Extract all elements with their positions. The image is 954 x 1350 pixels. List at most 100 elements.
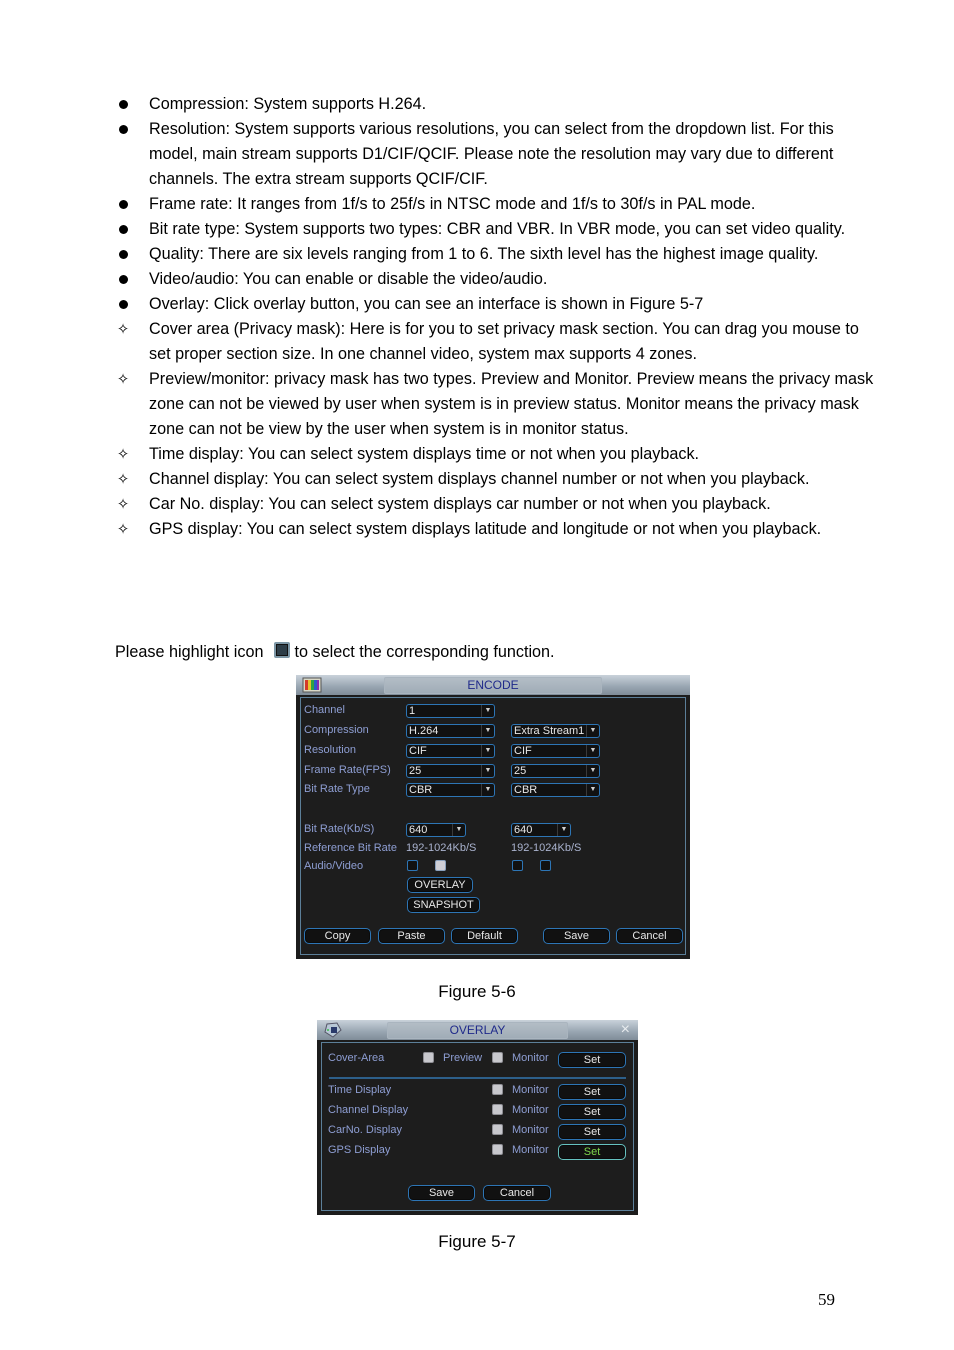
chevron-down-icon: ▼ [557, 824, 570, 836]
list-item: ✧ Cover area (Privacy mask): Here is for … [0, 317, 954, 367]
overlay-save-button[interactable]: Save [408, 1185, 475, 1201]
main-frame-rate-select[interactable]: 25 ▼ [406, 764, 495, 778]
carno-display-label: CarNo. Display [328, 1124, 402, 1136]
list-item: Compression: System supports H.264. [0, 92, 954, 117]
overlay-title: OVERLAY [449, 1023, 506, 1037]
time-set-button[interactable]: Set [558, 1084, 626, 1100]
main-bit-rate-select[interactable]: 640 ▼ [406, 823, 466, 837]
diamond-bullet-icon: ✧ [116, 520, 130, 538]
chevron-down-icon: ▼ [586, 784, 599, 796]
feature-list: Compression: System supports H.264. Reso… [0, 92, 954, 542]
list-item: ✧ Preview/monitor: privacy mask has two t… [0, 367, 954, 442]
list-item: ✧ GPS display: You can select system disp… [0, 517, 954, 542]
preview-checkbox[interactable] [423, 1052, 434, 1063]
figure-caption: Figure 5-6 [438, 982, 516, 1001]
cancel-button[interactable]: Cancel [616, 928, 683, 944]
extra-video-checkbox[interactable] [540, 860, 551, 871]
bullet-icon [115, 242, 131, 267]
reference-bit-rate-label: Reference Bit Rate [304, 842, 397, 854]
bullet-icon [115, 292, 131, 317]
extra-audio-checkbox[interactable] [512, 860, 523, 871]
snapshot-button[interactable]: SNAPSHOT [407, 897, 480, 913]
diamond-bullet-icon: ✧ [116, 320, 130, 338]
default-button[interactable]: Default [451, 928, 518, 944]
extra-stream-select[interactable]: Extra Stream1 ▼ [511, 724, 600, 738]
carno-set-button[interactable]: Set [558, 1124, 626, 1140]
channel-set-button[interactable]: Set [558, 1104, 626, 1120]
resolution-label: Resolution [304, 744, 356, 756]
highlight-note: Please highlight icon to select the corre… [115, 642, 555, 661]
list-item: ✧ Channel display: You can select system … [0, 467, 954, 492]
gps-monitor-checkbox[interactable] [492, 1144, 503, 1155]
channel-label: Channel [304, 704, 345, 716]
encode-titlebar: ENCODE [296, 675, 690, 695]
main-reference-bit-rate: 192-1024Kb/S [406, 842, 477, 854]
diamond-bullet-icon: ✧ [116, 445, 130, 463]
channel-monitor-checkbox[interactable] [492, 1104, 503, 1115]
compression-select[interactable]: H.264 ▼ [406, 724, 495, 738]
chevron-down-icon: ▼ [481, 784, 494, 796]
close-icon[interactable]: × [621, 1020, 630, 1040]
channel-display-label: Channel Display [328, 1104, 409, 1116]
chevron-down-icon: ▼ [586, 745, 599, 757]
main-audio-checkbox[interactable] [407, 860, 418, 871]
extra-resolution-select[interactable]: CIF ▼ [511, 744, 600, 758]
list-item: Quality: There are six levels ranging fr… [0, 242, 954, 267]
divider [329, 1077, 626, 1079]
compression-label: Compression [304, 724, 369, 736]
paste-button[interactable]: Paste [378, 928, 445, 944]
copy-button[interactable]: Copy [304, 928, 371, 944]
diamond-bullet-icon: ✧ [116, 370, 130, 388]
frame-rate-label: Frame Rate(FPS) [304, 764, 391, 776]
encode-window: ENCODE Channel Compression Resolution Fr… [296, 675, 690, 959]
encode-title: ENCODE [467, 678, 519, 692]
overlay-window: OVERLAY × Cover-Area Preview Monitor Set… [317, 1020, 638, 1215]
bit-rate-type-label: Bit Rate Type [304, 783, 370, 795]
chevron-down-icon: ▼ [452, 824, 465, 836]
gps-set-button[interactable]: Set [558, 1144, 626, 1160]
channel-select[interactable]: 1 ▼ [406, 704, 495, 718]
overlay-titlebar: OVERLAY × [317, 1020, 638, 1040]
bullet-icon [115, 92, 131, 117]
main-video-checkbox[interactable] [435, 860, 446, 871]
audio-video-label: Audio/Video [304, 860, 364, 872]
extra-bit-rate-type-select[interactable]: CBR ▼ [511, 783, 600, 797]
cover-area-label: Cover-Area [328, 1052, 385, 1064]
extra-frame-rate-select[interactable]: 25 ▼ [511, 764, 600, 778]
save-button[interactable]: Save [543, 928, 610, 944]
main-resolution-select[interactable]: CIF ▼ [406, 744, 495, 758]
diamond-bullet-icon: ✧ [116, 470, 130, 488]
overlay-cancel-button[interactable]: Cancel [483, 1185, 551, 1201]
list-item: Bit rate type: System supports two types… [0, 217, 954, 242]
gps-display-label: GPS Display [328, 1144, 391, 1156]
bullet-icon [115, 217, 131, 242]
extra-reference-bit-rate: 192-1024Kb/S [511, 842, 582, 854]
chevron-down-icon: ▼ [481, 745, 494, 757]
cover-area-set-button[interactable]: Set [558, 1052, 626, 1068]
chevron-down-icon: ▼ [586, 725, 599, 737]
preview-label: Preview [443, 1052, 483, 1064]
chevron-down-icon: ▼ [481, 725, 494, 737]
bullet-icon [115, 267, 131, 292]
carno-monitor-label: Monitor [512, 1124, 549, 1136]
cover-monitor-checkbox[interactable] [492, 1052, 503, 1063]
time-monitor-label: Monitor [512, 1084, 549, 1096]
document-page: Compression: System supports H.264. Reso… [0, 0, 954, 1350]
main-bit-rate-type-select[interactable]: CBR ▼ [406, 783, 495, 797]
list-item: ✧ Time display: You can select system dis… [0, 442, 954, 467]
chevron-down-icon: ▼ [481, 765, 494, 777]
list-item: Video/audio: You can enable or disable t… [0, 267, 954, 292]
time-monitor-checkbox[interactable] [492, 1084, 503, 1095]
list-item: ✧ Car No. display: You can select system … [0, 492, 954, 517]
bullet-icon [115, 192, 131, 217]
time-display-label: Time Display [328, 1084, 392, 1096]
channel-monitor-label: Monitor [512, 1104, 549, 1116]
extra-bit-rate-select[interactable]: 640 ▼ [511, 823, 571, 837]
list-item: Resolution: System supports various reso… [0, 117, 954, 192]
overlay-button[interactable]: OVERLAY [407, 877, 473, 893]
figure-caption: Figure 5-7 [438, 1232, 516, 1251]
carno-monitor-checkbox[interactable] [492, 1124, 503, 1135]
diamond-bullet-icon: ✧ [116, 495, 130, 513]
bit-rate-label: Bit Rate(Kb/S) [304, 823, 375, 835]
bullet-icon [115, 117, 131, 142]
